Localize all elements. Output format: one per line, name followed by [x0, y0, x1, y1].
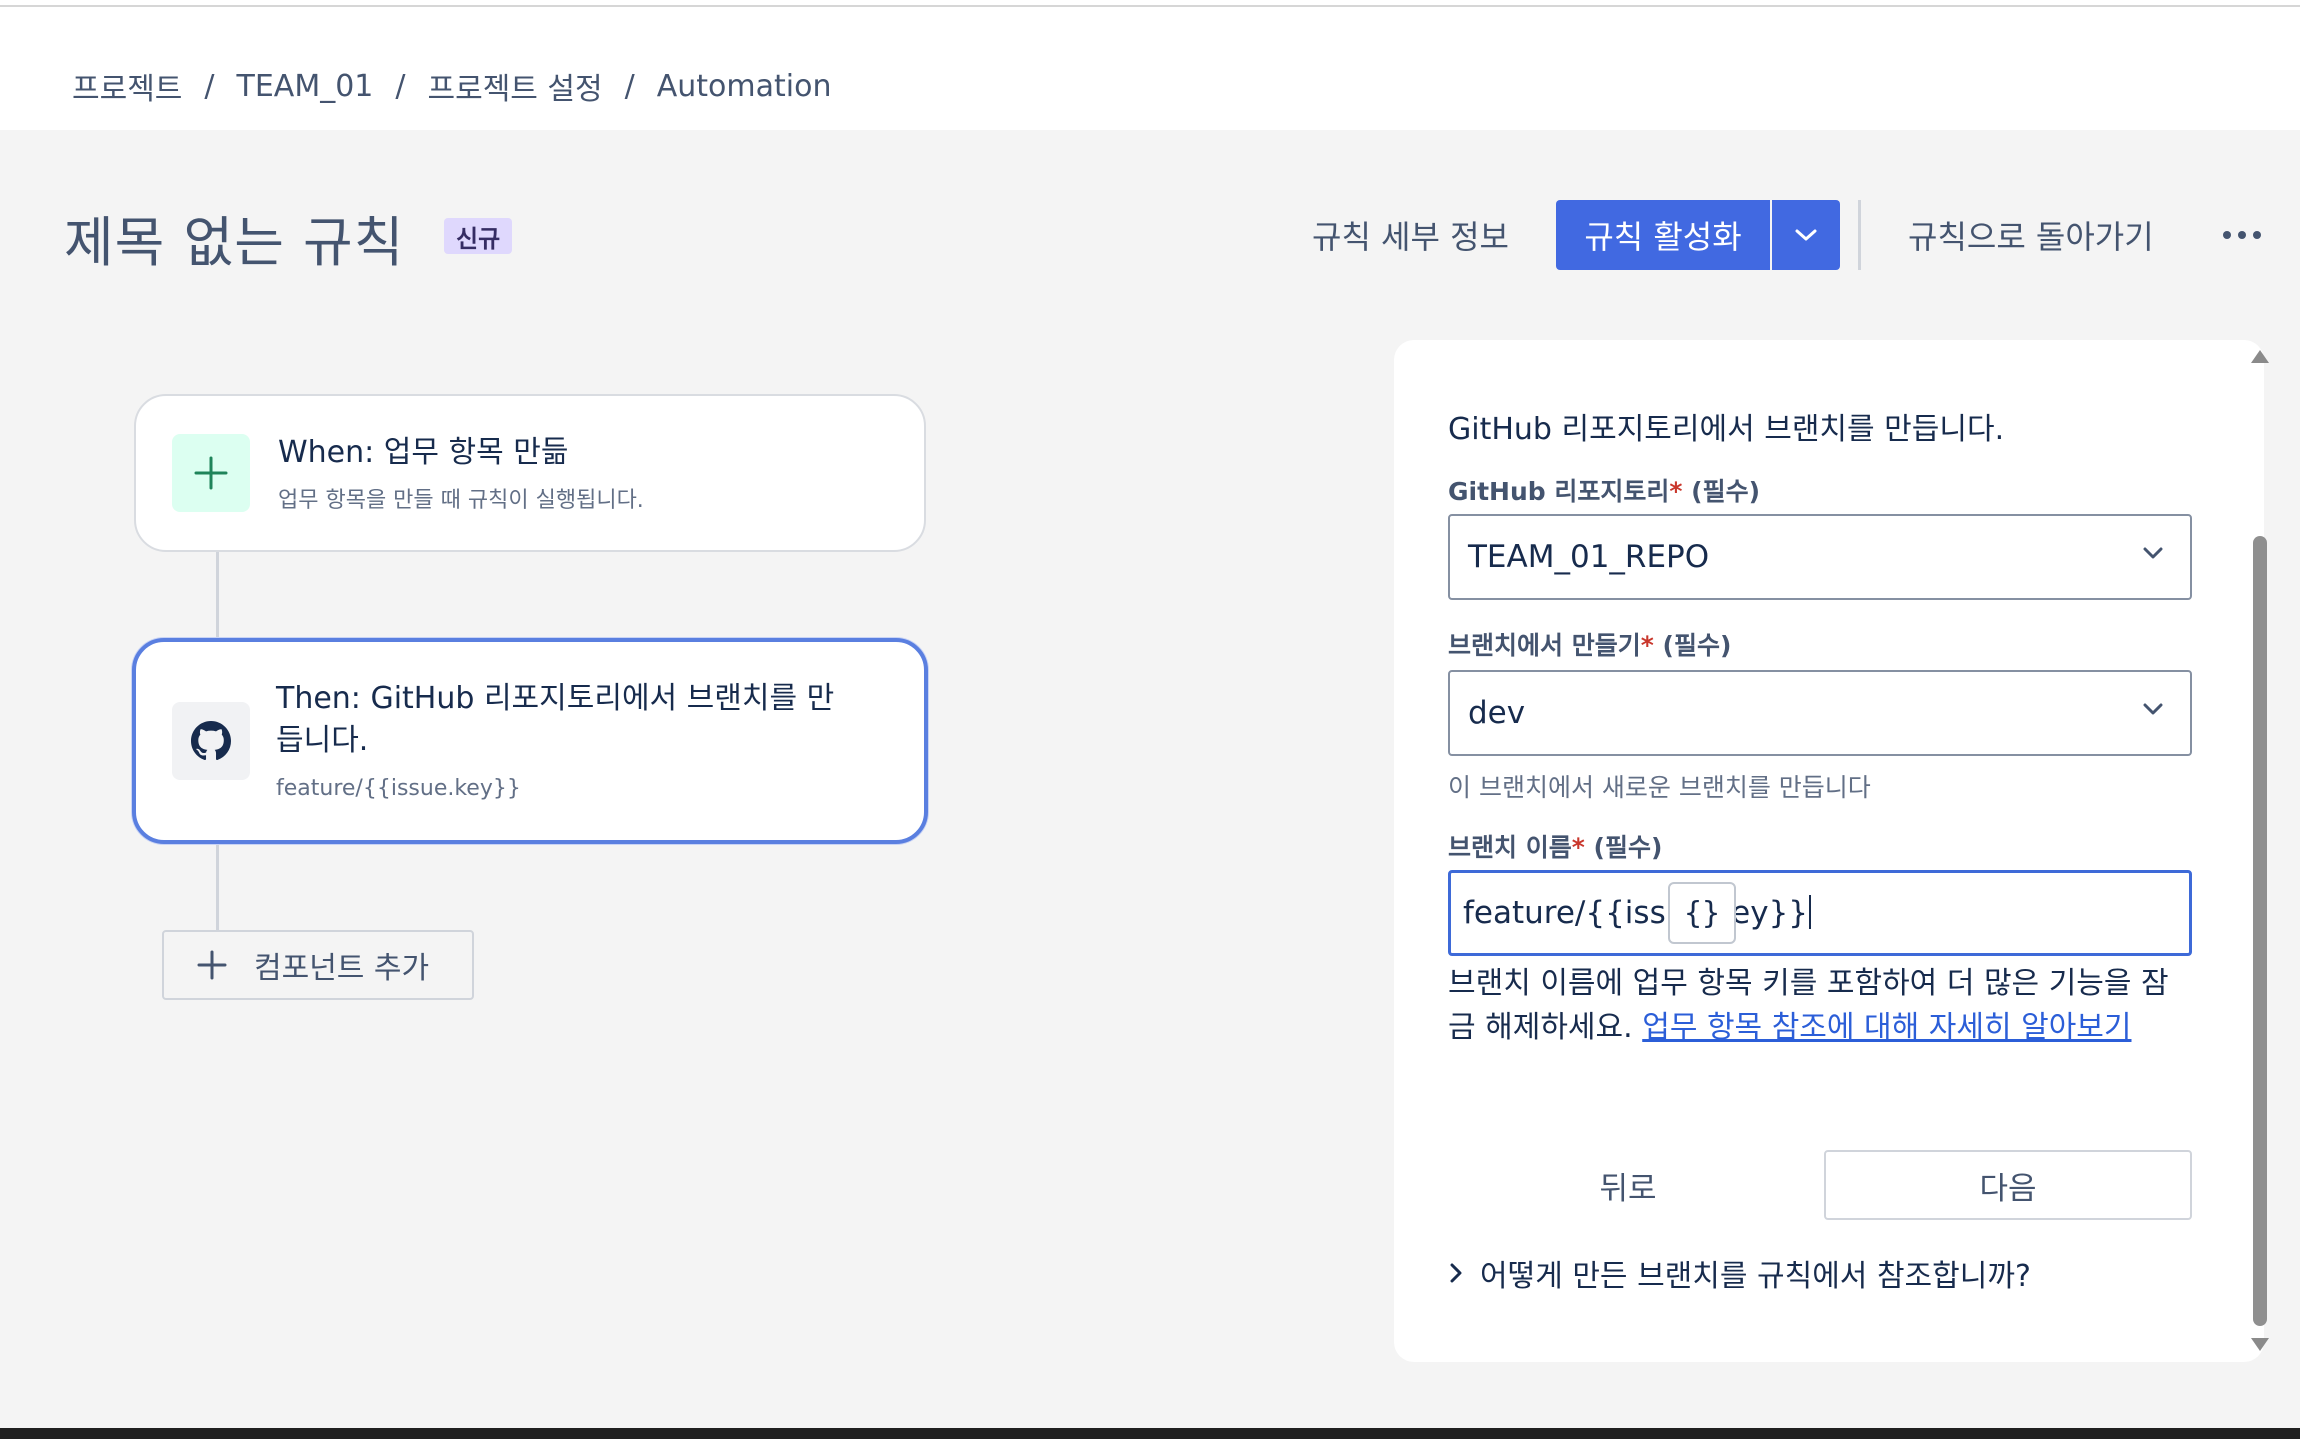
breadcrumb-item-project-settings[interactable]: 프로젝트 설정	[428, 64, 603, 108]
breadcrumb-item-automation[interactable]: Automation	[657, 69, 832, 104]
required-mark: *	[1640, 631, 1654, 660]
more-icon	[2223, 231, 2261, 239]
from-branch-label: 브랜치에서 만들기* (필수)	[1448, 626, 1731, 662]
add-component-button[interactable]: 컴포넌트 추가	[162, 930, 474, 1000]
rule-details-button[interactable]: 규칙 세부 정보	[1300, 200, 1521, 270]
repository-select[interactable]: TEAM_01_REPO	[1448, 514, 2192, 600]
more-actions-button[interactable]	[2210, 200, 2274, 270]
flow-connector	[216, 842, 219, 932]
github-icon	[191, 721, 231, 761]
branch-name-text: feature/{{issue.key}}	[1463, 895, 1809, 931]
action-title-line: Then: GitHub 리포지토리에서 브랜치를 만	[276, 681, 835, 716]
action-icon-box	[172, 702, 250, 780]
scroll-down-arrow-icon[interactable]	[2251, 1338, 2269, 1351]
smart-value-button[interactable]: {}	[1668, 882, 1736, 944]
trigger-subtitle: 업무 항목을 만들 때 규칙이 실행됩니다.	[278, 488, 644, 513]
taskbar-edge	[0, 1428, 2300, 1439]
branch-name-hint: 브랜치 이름에 업무 항목 키를 포함하여 더 많은 기능을 잠금 해제하세요.…	[1448, 962, 2192, 1050]
enable-rule-dropdown-button[interactable]	[1772, 200, 1840, 270]
action-card[interactable]: Then: GitHub 리포지토리에서 브랜치를 만 듭니다. feature…	[132, 638, 928, 844]
back-button[interactable]: 뒤로	[1448, 1150, 1808, 1220]
trigger-card[interactable]: When: 업무 항목 만듦 업무 항목을 만들 때 규칙이 실행됩니다.	[134, 394, 926, 552]
repo-label: GitHub 리포지토리* (필수)	[1448, 472, 1760, 508]
top-divider	[0, 5, 2300, 7]
scrollbar-thumb[interactable]	[2253, 536, 2267, 1326]
chevron-right-icon	[1450, 1263, 1462, 1283]
required-note: (필수)	[1691, 477, 1761, 506]
branch-reference-expander[interactable]: 어떻게 만든 브랜치를 규칙에서 참조합니까?	[1448, 1250, 2031, 1296]
repository-select-value: TEAM_01_REPO	[1468, 539, 1710, 575]
branch-name-label-text: 브랜치 이름	[1448, 833, 1572, 862]
back-to-rules-button[interactable]: 규칙으로 돌아가기	[1896, 200, 2166, 270]
add-component-label: 컴포넌트 추가	[254, 951, 430, 986]
required-mark: *	[1571, 833, 1585, 862]
breadcrumb-item-team[interactable]: TEAM_01	[237, 69, 374, 104]
chevron-down-icon	[1795, 229, 1817, 241]
breadcrumb-item-projects[interactable]: 프로젝트	[72, 64, 182, 108]
breadcrumb-separator: /	[395, 68, 406, 104]
flow-connector	[216, 550, 219, 640]
breadcrumb-separator: /	[624, 68, 635, 104]
from-branch-select-value: dev	[1468, 695, 1526, 731]
trigger-title: When: 업무 항목 만듦	[278, 435, 569, 470]
breadcrumb: 프로젝트 / TEAM_01 / 프로젝트 설정 / Automation	[72, 62, 831, 110]
learn-more-link[interactable]: 업무 항목 참조에 대해 자세히 알아보기	[1642, 1010, 2131, 1045]
trigger-icon-box	[172, 434, 250, 512]
plus-icon	[194, 456, 228, 490]
chevron-down-icon	[2143, 703, 2163, 715]
next-button[interactable]: 다음	[1824, 1150, 2192, 1220]
required-note: (필수)	[1593, 833, 1663, 862]
repo-label-text: GitHub 리포지토리	[1448, 477, 1670, 506]
action-title: Then: GitHub 리포지토리에서 브랜치를 만 듭니다.	[276, 678, 834, 762]
required-note: (필수)	[1662, 631, 1732, 660]
enable-rule-button[interactable]: 규칙 활성화	[1556, 200, 1770, 270]
status-badge: 신규	[444, 218, 513, 254]
action-title-line: 듭니다.	[276, 723, 369, 758]
branch-name-input-value: feature/{{issue.key}}	[1463, 895, 1812, 931]
required-mark: *	[1669, 477, 1683, 506]
header-divider	[1858, 200, 1861, 270]
branch-name-input[interactable]: feature/{{issue.key}}	[1448, 870, 2192, 956]
from-branch-helper: 이 브랜치에서 새로운 브랜치를 만듭니다	[1448, 773, 1871, 802]
text-caret	[1809, 895, 1812, 929]
scroll-up-arrow-icon[interactable]	[2251, 350, 2269, 363]
from-branch-label-text: 브랜치에서 만들기	[1448, 631, 1641, 660]
chevron-down-icon	[2143, 547, 2163, 559]
breadcrumb-separator: /	[204, 68, 215, 104]
branch-name-label: 브랜치 이름* (필수)	[1448, 828, 1662, 864]
panel-description: GitHub 리포지토리에서 브랜치를 만듭니다.	[1448, 412, 2005, 447]
plus-icon	[197, 950, 227, 980]
from-branch-select[interactable]: dev	[1448, 670, 2192, 756]
expander-label: 어떻게 만든 브랜치를 규칙에서 참조합니까?	[1480, 1259, 2031, 1294]
page-title[interactable]: 제목 없는 규칙	[64, 198, 404, 277]
action-subtitle: feature/{{issue.key}}	[276, 776, 521, 801]
